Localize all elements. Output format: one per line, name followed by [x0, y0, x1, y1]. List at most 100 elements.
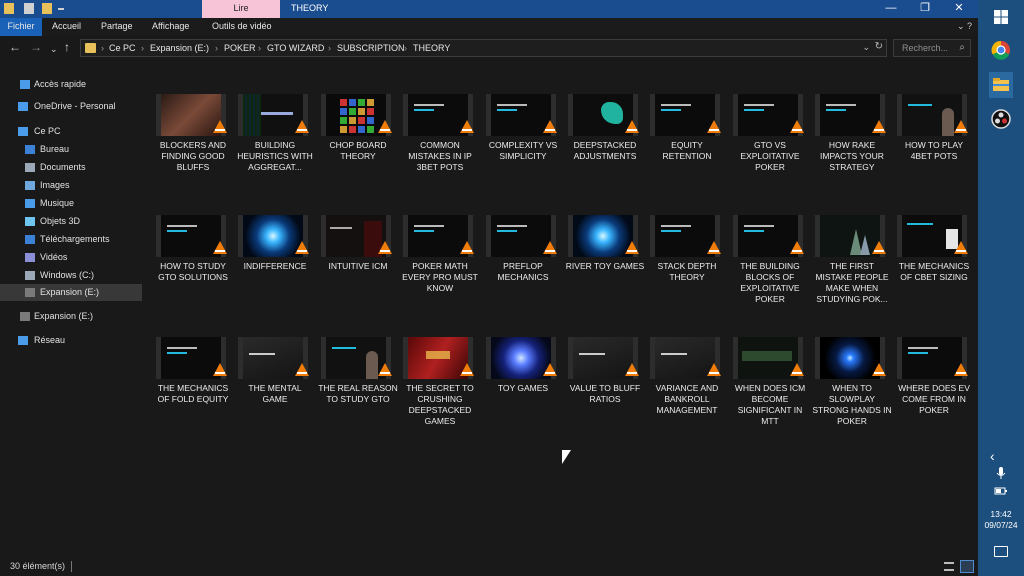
maximize-button[interactable]: ❐	[908, 0, 942, 18]
obs-recorder-icon[interactable]	[988, 106, 1014, 132]
file-item[interactable]: THE MECHANICS OF FOLD EQUITY	[153, 305, 233, 417]
file-item[interactable]: HOW TO STUDY GTO SOLUTIONS	[153, 183, 233, 295]
file-item[interactable]: WHERE DOES EV COME FROM IN POKER	[894, 305, 974, 417]
properties-icon[interactable]	[24, 3, 34, 14]
file-item[interactable]: TOY GAMES	[483, 305, 563, 417]
quick-access-dropdown-icon[interactable]	[58, 8, 64, 10]
file-name: THE REAL REASON TO STUDY GTO	[318, 383, 398, 404]
tab-partage[interactable]: Partage	[101, 18, 133, 36]
vlc-icon	[378, 120, 392, 133]
tab-affichage[interactable]: Affichage	[152, 18, 189, 36]
file-item[interactable]: THE FIRST MISTAKE PEOPLE MAKE WHEN STUDY…	[812, 183, 892, 304]
windows-start-icon[interactable]	[988, 4, 1014, 30]
file-item[interactable]: THE MENTAL GAME	[235, 305, 315, 417]
clock-date: 09/07/24	[984, 520, 1018, 530]
sidebar-item[interactable]: Bureau	[0, 141, 142, 158]
file-item[interactable]: BLOCKERS AND FINDING GOOD BLUFFS	[153, 62, 233, 174]
sidebar-item-label: Documents	[40, 162, 86, 172]
file-item[interactable]: THE REAL REASON TO STUDY GTO	[318, 305, 398, 417]
sidebar-item[interactable]: OneDrive - Personal	[0, 98, 142, 115]
breadcrumb-expansion[interactable]: Expansion (E:)	[150, 43, 209, 53]
file-item[interactable]: EQUITY RETENTION	[647, 62, 727, 174]
sidebar-item[interactable]: Ce PC	[0, 123, 142, 140]
search-icon[interactable]: ⌕	[959, 42, 965, 53]
vlc-icon	[460, 120, 474, 133]
mouse-cursor	[562, 450, 571, 464]
file-item[interactable]: VALUE TO BLUFF RATIOS	[565, 305, 645, 417]
file-item[interactable]: WHEN DOES ICM BECOME SIGNIFICANT IN MTT	[730, 305, 810, 426]
sidebar-item[interactable]: Expansion (E:)	[0, 284, 142, 301]
folder-icon[interactable]	[4, 3, 14, 14]
search-input[interactable]: Recherch... ⌕	[893, 39, 971, 57]
file-item[interactable]: THE BUILDING BLOCKS OF EXPLOITATIVE POKE…	[730, 183, 810, 304]
tab-outils-de-video[interactable]: Outils de vidéo	[212, 18, 272, 36]
close-button[interactable]: ✕	[942, 0, 976, 18]
sidebar-item[interactable]: Documents	[0, 159, 142, 176]
sidebar-item[interactable]: Téléchargements	[0, 231, 142, 248]
refresh-icon[interactable]: ↻	[875, 41, 883, 52]
details-view-icon[interactable]	[944, 562, 954, 571]
system-clock[interactable]: 13:42 09/07/24	[978, 509, 1024, 531]
breadcrumb-ce-pc[interactable]: Ce PC	[109, 43, 136, 53]
sidebar-item[interactable]: Réseau	[0, 332, 142, 349]
sidebar-item-label: Accès rapide	[34, 79, 87, 89]
sidebar-item[interactable]: Expansion (E:)	[0, 308, 142, 325]
microphone-icon[interactable]	[994, 466, 1008, 480]
sidebar-item[interactable]: Windows (C:)	[0, 267, 142, 284]
file-item[interactable]: COMMON MISTAKES IN IP 3BET POTS	[400, 62, 480, 174]
chevron-left-icon[interactable]: ‹	[990, 448, 995, 464]
sidebar-item[interactable]: Objets 3D	[0, 213, 142, 230]
large-icons-view-icon[interactable]	[960, 560, 974, 573]
file-name: HOW RAKE IMPACTS YOUR STRATEGY	[820, 140, 884, 172]
address-bar[interactable]: › Ce PC › Expansion (E:) › POKER › GTO W…	[80, 39, 887, 57]
file-item[interactable]: VARIANCE AND BANKROLL MANAGEMENT	[647, 305, 727, 417]
recent-locations-button[interactable]: ⌄	[50, 43, 58, 55]
status-divider	[71, 561, 72, 572]
sidebar-item[interactable]: Vidéos	[0, 249, 142, 266]
file-item[interactable]: THE SECRET TO CRUSHING DEEPSTACKED GAMES	[400, 305, 480, 426]
tab-accueil[interactable]: Accueil	[52, 18, 81, 36]
chevron-down-icon[interactable]: ⌄	[862, 42, 870, 53]
contextual-tab-lire[interactable]: Lire	[202, 0, 280, 18]
sidebar-item[interactable]: Images	[0, 177, 142, 194]
sidebar-item-label: Objets 3D	[40, 216, 81, 226]
breadcrumb-poker[interactable]: POKER	[224, 43, 256, 53]
file-item[interactable]: CHOP BOARD THEORY	[318, 62, 398, 174]
file-item[interactable]: THE MECHANICS OF CBET SIZING	[894, 183, 974, 295]
file-item[interactable]: HOW RAKE IMPACTS YOUR STRATEGY	[812, 62, 892, 174]
ribbon-expand-help[interactable]: ⌄ ?	[957, 21, 972, 32]
vlc-icon	[790, 120, 804, 133]
breadcrumb-theory[interactable]: THEORY	[413, 43, 450, 53]
file-item[interactable]: POKER MATH EVERY PRO MUST KNOW	[400, 183, 480, 295]
file-item[interactable]: COMPLEXITY VS SIMPLICITY	[483, 62, 563, 174]
star-icon	[20, 80, 30, 89]
file-item[interactable]: WHEN TO SLOWPLAY STRONG HANDS IN POKER	[812, 305, 892, 426]
file-item[interactable]: HOW TO PLAY 4BET POTS	[894, 62, 974, 174]
minimize-button[interactable]: —	[874, 0, 908, 18]
notification-center-icon[interactable]	[994, 546, 1008, 557]
file-item[interactable]: GTO VS EXPLOITATIVE POKER	[730, 62, 810, 174]
breadcrumb-gto-wizard[interactable]: GTO WIZARD	[267, 43, 324, 53]
up-button[interactable]: ↑	[64, 41, 70, 53]
taskbar: ‹ 13:42 09/07/24	[978, 0, 1024, 576]
back-button[interactable]: ←	[9, 41, 21, 53]
breadcrumb-subscription[interactable]: SUBSCRIPTION	[337, 43, 405, 53]
file-item[interactable]: PREFLOP MECHANICS	[483, 183, 563, 295]
file-explorer-icon[interactable]	[988, 72, 1014, 98]
documents-icon	[25, 163, 35, 172]
file-item[interactable]: STACK DEPTH THEORY	[647, 183, 727, 295]
file-name: GTO VS EXPLOITATIVE POKER	[740, 140, 800, 172]
sidebar-item[interactable]: Accès rapide	[0, 76, 142, 93]
sidebar-item[interactable]: Musique	[0, 195, 142, 212]
file-view: BLOCKERS AND FINDING GOOD BLUFFS BUILDING…	[142, 62, 978, 556]
chrome-icon[interactable]	[988, 37, 1014, 63]
file-item[interactable]: BUILDING HEURISTICS WITH AGGREGAT...	[235, 62, 315, 174]
file-item[interactable]: INDIFFERENCE	[235, 183, 315, 295]
file-item[interactable]: INTUITIVE ICM	[318, 183, 398, 295]
new-folder-icon[interactable]	[42, 3, 52, 14]
tab-fichier[interactable]: Fichier	[0, 18, 42, 36]
forward-button[interactable]: →	[30, 41, 42, 53]
file-item[interactable]: DEEPSTACKED ADJUSTMENTS	[565, 62, 645, 174]
battery-icon[interactable]	[994, 485, 1008, 497]
file-item[interactable]: RIVER TOY GAMES	[565, 183, 645, 295]
